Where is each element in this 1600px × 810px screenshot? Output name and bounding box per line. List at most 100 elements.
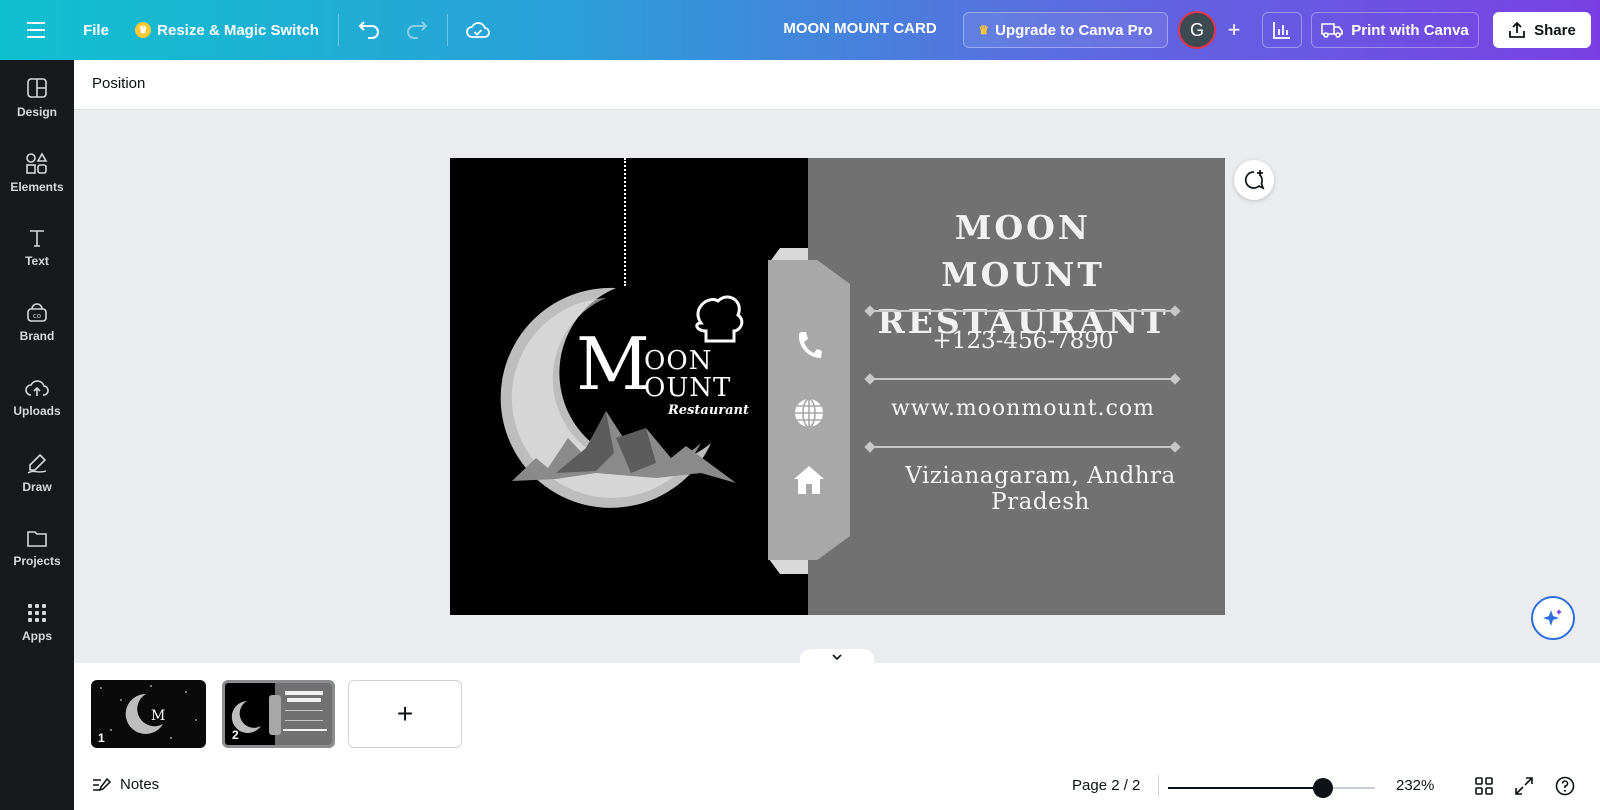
- sidebar-item-draw[interactable]: Draw: [0, 441, 74, 505]
- sidebar-item-label: Apps: [22, 629, 52, 643]
- insights-button[interactable]: [1262, 12, 1302, 48]
- divider-line: [870, 446, 1175, 448]
- brand-icon: co: [27, 303, 47, 322]
- help-icon: [1555, 776, 1575, 796]
- notes-button[interactable]: Notes: [92, 776, 159, 793]
- sidebar-item-label: Uploads: [13, 404, 61, 418]
- share-label: Share: [1534, 21, 1576, 39]
- address-text[interactable]: Vizianagaram, Andhra Pradesh: [858, 463, 1223, 515]
- upgrade-label: Upgrade to Canva Pro: [995, 21, 1153, 39]
- plus-icon: +: [1227, 17, 1241, 42]
- apps-grid-icon: [28, 604, 46, 622]
- svg-text:M: M: [151, 708, 165, 724]
- sidebar-item-apps[interactable]: Apps: [0, 591, 74, 655]
- cloud-check-icon: [466, 22, 490, 38]
- bar-chart-icon: [1273, 22, 1290, 39]
- zoom-slider[interactable]: [1168, 778, 1375, 798]
- sidebar-item-elements[interactable]: Elements: [0, 141, 74, 205]
- design-canvas[interactable]: M OON OUNT Restaurant MOON MOUNT RESTAUR…: [450, 158, 1225, 615]
- upload-cloud-icon: [25, 380, 49, 396]
- sidebar-item-uploads[interactable]: Uploads: [0, 366, 74, 430]
- sidebar-item-brand[interactable]: co Brand: [0, 291, 74, 355]
- share-button[interactable]: Share: [1493, 12, 1591, 48]
- page-number: 1: [98, 731, 105, 745]
- website-text[interactable]: www.moonmount.com: [868, 396, 1178, 421]
- folder-icon: [27, 531, 47, 547]
- left-sidebar: Design Elements Text co Brand Uploads Dr…: [0, 60, 74, 810]
- page-indicator[interactable]: Page 2 / 2: [1072, 777, 1140, 794]
- sidebar-item-design[interactable]: Design: [0, 66, 74, 130]
- share-icon: [1509, 21, 1526, 38]
- magic-assistant-button[interactable]: [1531, 596, 1575, 640]
- hanging-dotted-line: [624, 158, 626, 286]
- sidebar-item-projects[interactable]: Projects: [0, 516, 74, 580]
- hamburger-icon: [27, 22, 45, 38]
- logo-text-oon: OON: [644, 346, 713, 376]
- svg-text:co: co: [33, 312, 41, 320]
- sidebar-item-label: Text: [25, 254, 49, 268]
- print-label: Print with Canva: [1351, 21, 1469, 39]
- document-title[interactable]: MOON MOUNT CARD: [760, 20, 960, 37]
- avatar[interactable]: G: [1178, 11, 1216, 49]
- sparkle-icon: [1543, 609, 1562, 626]
- redo-icon: [407, 21, 428, 39]
- page-thumbnail-2[interactable]: 2: [222, 680, 335, 748]
- context-toolbar: Position: [74, 60, 1600, 110]
- crown-icon: ♛: [978, 23, 990, 37]
- comment-plus-icon: [1244, 170, 1265, 190]
- truck-icon: [1321, 23, 1344, 38]
- file-label: File: [83, 21, 109, 39]
- notes-label: Notes: [120, 776, 160, 793]
- phone-icon: [792, 328, 826, 362]
- page-thumbnail-1[interactable]: M 1: [91, 680, 206, 748]
- undo-button[interactable]: [352, 12, 386, 48]
- grid-view-icon: [1475, 777, 1493, 795]
- text-icon: [30, 230, 44, 247]
- add-comment-button[interactable]: [1234, 160, 1274, 200]
- logo-text-restaurant: Restaurant: [668, 403, 750, 418]
- phone-number-text[interactable]: +123-456-7890: [868, 328, 1178, 354]
- design-icon: [27, 78, 47, 98]
- divider: [447, 14, 448, 46]
- zoom-level[interactable]: 232%: [1396, 777, 1434, 794]
- sidebar-item-text[interactable]: Text: [0, 216, 74, 280]
- zoom-slider-fill: [1168, 787, 1324, 789]
- chevron-down-icon: [832, 654, 842, 661]
- thumbnail-preview: M: [100, 685, 197, 739]
- notes-icon: [93, 777, 112, 791]
- top-bar: File ♛ Resize & Magic Switch MOON MOUNT …: [0, 0, 1600, 60]
- logo-text-ount: OUNT: [644, 373, 732, 403]
- home-icon: [792, 463, 826, 497]
- main-menu-button[interactable]: [18, 12, 56, 48]
- card-title[interactable]: MOON MOUNT RESTAURANT: [868, 204, 1178, 345]
- file-menu-button[interactable]: File: [78, 12, 114, 48]
- draw-icon: [27, 453, 47, 474]
- sidebar-item-label: Brand: [19, 329, 55, 343]
- sidebar-item-label: Elements: [10, 180, 64, 194]
- zoom-slider-thumb[interactable]: [1313, 778, 1334, 798]
- sidebar-item-label: Design: [16, 105, 57, 119]
- divider-line: [870, 310, 1175, 312]
- card-title-line1: MOON MOUNT: [941, 208, 1105, 294]
- logo-letter-m: M: [576, 322, 650, 406]
- globe-icon: [792, 396, 826, 430]
- upgrade-pro-button[interactable]: ♛ Upgrade to Canva Pro: [963, 12, 1168, 48]
- add-page-button[interactable]: +: [348, 680, 462, 748]
- help-button[interactable]: [1553, 774, 1577, 798]
- elements-icon: [26, 152, 48, 174]
- resize-magic-switch-button[interactable]: ♛ Resize & Magic Switch: [134, 12, 320, 48]
- fullscreen-icon: [1515, 777, 1533, 795]
- save-status-button[interactable]: [460, 12, 496, 48]
- magic-label: Resize & Magic Switch: [157, 21, 319, 39]
- position-button[interactable]: Position: [92, 75, 145, 92]
- divider: [338, 14, 339, 46]
- redo-button[interactable]: [400, 12, 434, 48]
- fullscreen-button[interactable]: [1512, 774, 1536, 798]
- divider: [1158, 775, 1159, 797]
- print-with-canva-button[interactable]: Print with Canva: [1311, 12, 1479, 48]
- thumbnail-preview: [225, 683, 332, 745]
- footer-bar: Notes Page 2 / 2 232%: [74, 761, 1600, 810]
- page-number: 2: [232, 728, 239, 742]
- add-collaborator-button[interactable]: +: [1216, 12, 1252, 48]
- grid-view-button[interactable]: [1472, 774, 1496, 798]
